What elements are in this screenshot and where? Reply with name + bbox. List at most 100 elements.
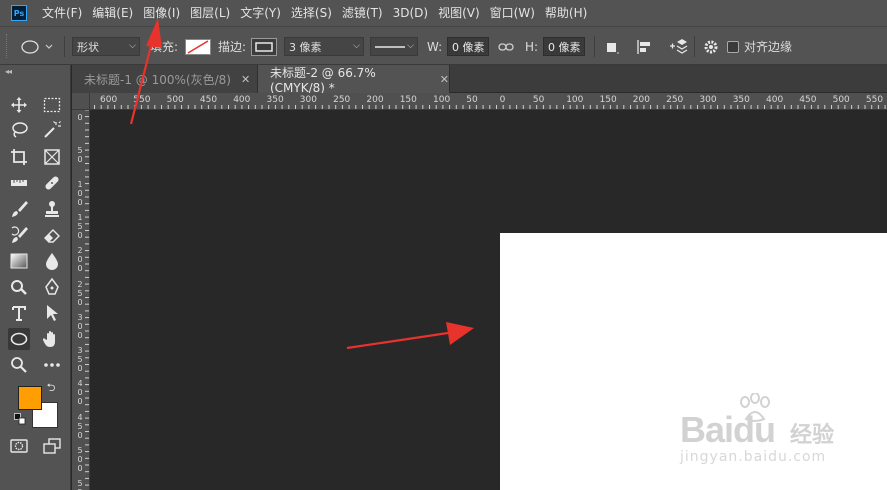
ruler-top-label: 400 xyxy=(233,95,251,105)
ellipse-tool-icon[interactable] xyxy=(8,328,30,350)
path-selection-icon[interactable] xyxy=(41,302,63,324)
lasso-icon[interactable] xyxy=(8,119,30,141)
tool-mode-select[interactable]: 形状 ⌵ xyxy=(72,37,140,56)
foreground-color-swatch[interactable] xyxy=(18,386,42,410)
ruler-top-label: 200 xyxy=(632,95,650,105)
ruler-top-label: 500 xyxy=(166,95,184,105)
no-fill-icon xyxy=(185,38,211,55)
stroke-width-input[interactable]: 3 像素 ⌵ xyxy=(284,37,364,56)
ruler-top-label: 450 xyxy=(799,95,817,105)
menu-image[interactable]: 图像(I) xyxy=(138,0,185,26)
horizontal-ruler[interactable]: 600 550 500 450 400 350 300 250 200 150 100 50 0 50 10… xyxy=(90,93,887,110)
tab-document-1[interactable]: 未标题-1 @ 100%(灰色/8) ✕ xyxy=(72,65,258,93)
width-label: W: xyxy=(427,39,443,54)
magic-wand-icon[interactable] xyxy=(41,119,63,141)
width-field[interactable]: 0 像素 xyxy=(447,37,489,56)
ruler-top-label: 300 xyxy=(699,95,717,105)
chevron-down-icon: ⌵ xyxy=(353,41,360,51)
ruler-top-label: 50 xyxy=(466,95,478,105)
watermark-brand: Baidu xyxy=(680,409,776,450)
ruler-left-label: 150 xyxy=(77,212,83,240)
ruler-left-label: 450 xyxy=(77,412,83,440)
ruler-top-label: 450 xyxy=(199,95,218,105)
stroke-swatch[interactable] xyxy=(251,27,277,66)
close-icon[interactable]: ✕ xyxy=(440,73,449,86)
more-tools-icon[interactable] xyxy=(41,354,63,376)
frame-tool-icon[interactable] xyxy=(41,146,63,168)
checkbox-icon xyxy=(727,40,739,53)
path-alignment-icon[interactable] xyxy=(636,27,654,66)
clone-stamp-icon[interactable] xyxy=(41,198,63,220)
menu-3d[interactable]: 3D(D) xyxy=(388,0,433,26)
ruler-top-label: 300 xyxy=(299,95,317,105)
ruler-top-label: 150 xyxy=(599,95,617,105)
ruler-top-label: 550 xyxy=(133,95,151,105)
ruler-top-label: 350 xyxy=(266,95,284,105)
photoshop-window: Ps 文件(F) 编辑(E) 图像(I) 图层(L) 文字(Y) 选择(S) 滤… xyxy=(0,0,887,490)
menu-layer[interactable]: 图层(L) xyxy=(185,0,235,26)
healing-brush-icon[interactable] xyxy=(41,172,63,194)
ruler-top-label: 100 xyxy=(566,95,584,105)
menu-type[interactable]: 文字(Y) xyxy=(235,0,286,26)
menu-filter[interactable]: 滤镜(T) xyxy=(337,0,388,26)
hand-tool-icon[interactable] xyxy=(41,328,63,350)
ruler-origin[interactable] xyxy=(72,93,90,110)
crop-icon[interactable] xyxy=(8,146,30,168)
brush-icon[interactable] xyxy=(8,198,30,220)
menu-window[interactable]: 窗口(W) xyxy=(485,0,540,26)
swap-colors-icon[interactable]: ⮌ xyxy=(44,381,58,395)
path-arrangement-icon[interactable] xyxy=(668,27,688,66)
quick-mask-icon[interactable] xyxy=(8,435,30,457)
dodge-icon[interactable] xyxy=(8,276,30,298)
ruler-left-label: 350 xyxy=(77,346,83,374)
menu-file[interactable]: 文件(F) xyxy=(37,0,87,26)
gradient-icon[interactable] xyxy=(8,250,30,272)
ruler-left-label: 300 xyxy=(77,312,83,340)
blur-drop-icon[interactable] xyxy=(41,250,63,272)
stroke-label: 描边: xyxy=(218,40,247,54)
ruler-top-label: 50 xyxy=(532,95,545,105)
vertical-ruler[interactable]: 0 50 100 150 200 250 300 350 400 450 500 550 xyxy=(72,93,90,490)
close-icon[interactable]: ✕ xyxy=(241,73,250,86)
link-icon[interactable] xyxy=(498,27,514,66)
ruler-left-label: 250 xyxy=(77,279,83,307)
rectangular-marquee-icon[interactable] xyxy=(41,94,63,116)
path-operations-icon[interactable] xyxy=(604,27,620,66)
menu-help[interactable]: 帮助(H) xyxy=(540,0,592,26)
move-tool-icon[interactable] xyxy=(8,94,30,116)
height-field[interactable]: 0 像素 xyxy=(543,37,585,56)
watermark-cn: 经验 xyxy=(790,423,835,448)
screen-mode-icon[interactable] xyxy=(41,435,63,457)
fill-label: 填充: xyxy=(150,40,179,54)
tool-preset-picker[interactable] xyxy=(20,27,58,66)
ruler-top-label: 350 xyxy=(732,95,750,105)
history-brush-icon[interactable] xyxy=(8,224,30,246)
chevron-down-icon: ⌵ xyxy=(407,41,414,51)
stroke-color-icon xyxy=(251,37,277,56)
chevron-down-icon: ⌵ xyxy=(129,41,136,51)
eraser-icon[interactable] xyxy=(41,224,63,246)
ruler-left-label: 0 xyxy=(77,113,83,122)
ruler-tool-icon[interactable] xyxy=(8,172,30,194)
options-grip[interactable] xyxy=(6,34,9,58)
fill-swatch[interactable] xyxy=(185,27,211,66)
menu-select[interactable]: 选择(S) xyxy=(286,0,337,26)
align-edges-checkbox[interactable]: 对齐边缘 xyxy=(727,27,792,66)
zoom-icon[interactable] xyxy=(8,354,30,376)
pen-icon[interactable] xyxy=(41,276,63,298)
menu-bar: Ps 文件(F) 编辑(E) 图像(I) 图层(L) 文字(Y) 选择(S) 滤… xyxy=(0,0,887,26)
photoshop-logo: Ps xyxy=(11,5,27,21)
ellipse-preset-icon xyxy=(21,39,53,54)
tool-mode-value: 形状 xyxy=(77,40,99,54)
stroke-type-select[interactable]: ⌵ xyxy=(370,37,418,56)
collapse-panel-icon[interactable]: ◂◂ xyxy=(5,67,12,76)
type-tool-icon[interactable] xyxy=(8,302,30,324)
menu-edit[interactable]: 编辑(E) xyxy=(87,0,138,26)
gear-icon[interactable] xyxy=(703,27,721,66)
menu-view[interactable]: 视图(V) xyxy=(433,0,485,26)
ruler-left-label: 550 xyxy=(77,479,83,490)
tab-label: 未标题-2 @ 66.7%(CMYK/8) * xyxy=(270,65,376,95)
default-colors-icon[interactable] xyxy=(14,413,26,425)
tab-document-2[interactable]: 未标题-2 @ 66.7%(CMYK/8) * ✕ xyxy=(258,65,450,95)
watermark-url: jingyan.baidu.com xyxy=(680,449,827,465)
